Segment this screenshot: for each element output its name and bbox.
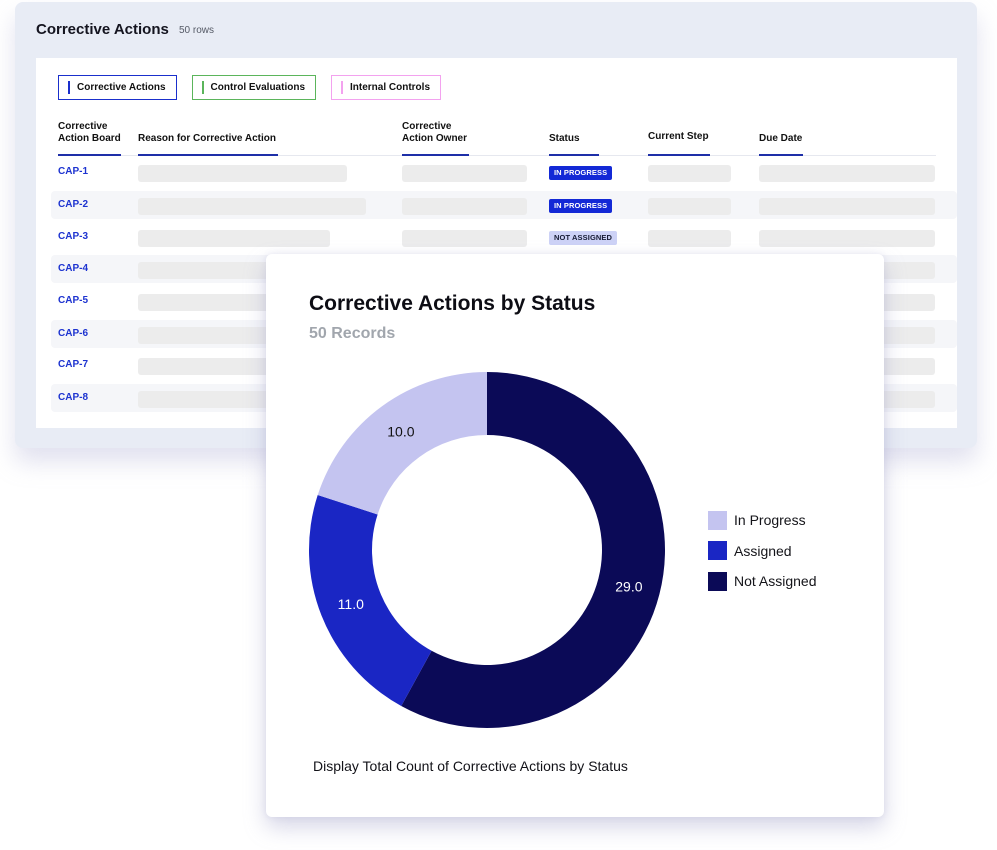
data-label: 11.0: [338, 596, 364, 612]
owner-placeholder: [402, 230, 527, 247]
header-label: Current Step: [648, 131, 709, 142]
legend-swatch: [708, 571, 727, 591]
tab-control-evaluations[interactable]: Control Evaluations: [191, 75, 316, 100]
legend-swatch: [708, 510, 727, 530]
tab-label: Control Evaluations: [210, 82, 305, 93]
legend-label: Assigned: [734, 542, 792, 559]
due-date-placeholder: [759, 230, 935, 247]
header-line2: Action Owner: [402, 133, 468, 144]
legend-item[interactable]: In Progress: [708, 510, 817, 530]
owner-placeholder: [402, 165, 527, 182]
header-underline: [549, 154, 599, 156]
legend-label: Not Assigned: [734, 573, 817, 589]
cap-id-link[interactable]: CAP-7: [58, 359, 88, 370]
table-row[interactable]: CAP-3 NOT ASSIGNED: [51, 223, 957, 251]
reason-placeholder: [138, 198, 366, 215]
column-header-board[interactable]: Corrective Action Board: [58, 121, 121, 156]
legend-label: In Progress: [734, 512, 806, 528]
header-underline: [759, 154, 803, 156]
header-underline: [58, 154, 121, 156]
cap-id-link[interactable]: CAP-4: [58, 263, 88, 274]
cap-id-link[interactable]: CAP-2: [58, 199, 88, 210]
owner-placeholder: [402, 198, 527, 215]
cap-id-link[interactable]: CAP-5: [58, 295, 88, 306]
header-line2: Action Board: [58, 133, 121, 144]
legend-item[interactable]: Not Assigned: [708, 571, 817, 591]
due-date-placeholder: [759, 165, 935, 182]
tab-bar: Corrective Actions Control Evaluations I…: [58, 75, 442, 100]
header-line1: Corrective: [402, 121, 452, 132]
reason-placeholder: [138, 230, 330, 247]
column-header-owner[interactable]: Corrective Action Owner: [402, 121, 469, 156]
header-underline: [138, 154, 278, 156]
header-label: Due Date: [759, 133, 803, 144]
legend-swatch: [708, 541, 727, 560]
tab-internal-controls[interactable]: Internal Controls: [331, 75, 442, 100]
cap-id-link[interactable]: CAP-3: [58, 231, 88, 242]
column-header-due-date[interactable]: Due Date: [759, 133, 803, 156]
chart-legend: In Progress Assigned Not Assigned: [708, 510, 817, 602]
tab-color-marker: [201, 81, 204, 94]
current-step-placeholder: [648, 198, 731, 215]
status-badge: IN PROGRESS: [549, 199, 613, 213]
header-underline: [648, 154, 710, 156]
tab-corrective-actions[interactable]: Corrective Actions: [58, 75, 177, 100]
tab-color-marker: [68, 81, 70, 94]
reason-placeholder: [138, 165, 347, 182]
donut-slice-assigned[interactable]: [309, 494, 432, 706]
due-date-placeholder: [759, 198, 935, 215]
cap-id-link[interactable]: CAP-8: [58, 392, 88, 403]
column-header-status[interactable]: Status: [549, 133, 599, 156]
table-row[interactable]: CAP-1 IN PROGRESS: [51, 158, 957, 186]
tab-color-marker: [341, 81, 343, 94]
cap-id-link[interactable]: CAP-1: [58, 166, 88, 177]
status-badge: IN PROGRESS: [549, 166, 613, 180]
tab-label: Corrective Actions: [77, 82, 166, 93]
status-badge: NOT ASSIGNED: [549, 231, 618, 245]
table-row[interactable]: CAP-2 IN PROGRESS: [51, 191, 957, 219]
column-header-reason[interactable]: Reason for Corrective Action: [138, 133, 278, 156]
column-header-current-step[interactable]: Current Step: [648, 131, 710, 156]
legend-item[interactable]: Assigned: [708, 541, 817, 561]
data-label: 29.0: [615, 578, 642, 594]
current-step-placeholder: [648, 165, 731, 182]
row-count: 50 rows: [179, 25, 215, 36]
panel-title: Corrective Actions: [36, 21, 169, 38]
chart-caption: Display Total Count of Corrective Action…: [313, 758, 628, 774]
current-step-placeholder: [648, 230, 731, 247]
data-label: 10.0: [387, 423, 414, 439]
donut-slice-in-progress[interactable]: [317, 372, 487, 515]
header-label: Status: [549, 133, 580, 144]
tab-label: Internal Controls: [350, 82, 431, 93]
cap-id-link[interactable]: CAP-6: [58, 328, 88, 339]
table-header: Corrective Action Board Reason for Correc…: [36, 120, 957, 156]
header-underline: [402, 154, 469, 156]
header-line1: Corrective: [58, 121, 108, 132]
chart-card: Corrective Actions by Status 50 Records …: [266, 254, 884, 817]
header-label: Reason for Corrective Action: [138, 133, 276, 144]
